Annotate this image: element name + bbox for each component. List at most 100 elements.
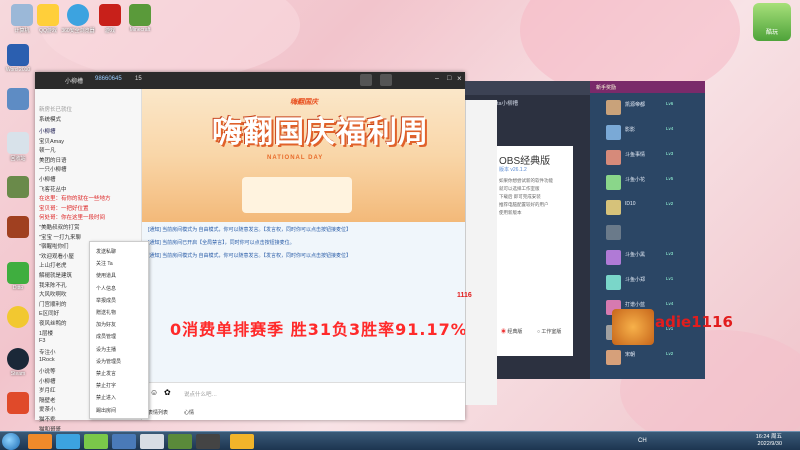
desktop-icon[interactable] [0, 392, 38, 415]
member-list-item[interactable]: 宝贝哥：一把好位置 [39, 204, 139, 212]
context-menu-item[interactable]: 踢出房间 [96, 407, 116, 414]
desktop-icon-recycle[interactable]: 回收站 [0, 132, 38, 162]
obs-version: 版本 v26.1.2 [499, 167, 527, 173]
stream-overlay-stats: 0消费单排赛季 胜31负3胜率91.17% [170, 320, 468, 339]
member-list-item[interactable]: 在这里：有你的就在一些地方 [39, 194, 139, 202]
context-menu-item[interactable]: 使用道具 [96, 272, 116, 279]
game-seat[interactable]: 斗鱼小郑 Lv1 [606, 274, 702, 294]
desktop-icon-word[interactable]: Word 2010 [0, 44, 38, 73]
seat-name: ID10 [625, 201, 636, 207]
gift-icon[interactable]: ✿ [164, 388, 171, 397]
taskbar-app-icon[interactable] [56, 434, 80, 449]
desktop-icon-steam[interactable]: Steam [0, 348, 38, 377]
seat-level: Lv4 [666, 126, 674, 131]
taskbar-app-icon[interactable] [196, 434, 220, 449]
context-menu-item[interactable]: 加为好友 [96, 321, 116, 328]
context-menu-item[interactable]: 发送私聊 [96, 248, 116, 255]
obs-body-line: 使用新版本 [499, 210, 522, 215]
minecraft-icon [129, 4, 151, 26]
game-seat[interactable]: 斗鱼小花 Lv5 [606, 174, 702, 194]
game-seat[interactable]: ID10 Lv2 [606, 199, 702, 219]
chat-input[interactable]: 说点什么吧… [184, 390, 217, 398]
chat-input-bar: ☺ ✿ 说点什么吧… 表情列表 心情 [142, 382, 465, 420]
context-menu-item[interactable]: 个人信息 [96, 285, 116, 292]
radio-classic[interactable]: ◉ 经典版 [501, 328, 522, 335]
context-menu-item[interactable]: 禁止发言 [96, 370, 116, 377]
banner-subtitle: NATIONAL DAY [267, 155, 324, 161]
taskbar-app-icon[interactable] [112, 434, 136, 449]
context-menu-item[interactable]: 成员管理 [96, 333, 116, 340]
member-list-item[interactable]: 飞客花丛中 [39, 185, 139, 193]
member-list-item[interactable]: 何处哥：你在这里一段时间 [39, 213, 139, 221]
gamepad-icon[interactable] [380, 74, 392, 86]
desktop-icon-minecraft[interactable]: Minecraft [120, 4, 160, 33]
recycle-bin-icon [7, 132, 29, 154]
minimize-icon[interactable]: – [435, 75, 439, 82]
avatar [606, 175, 621, 190]
room-title: 小柳槽 [65, 79, 84, 85]
context-menu-item[interactable]: 设为管理员 [96, 358, 121, 365]
taskbar-app-icon[interactable] [230, 434, 254, 449]
obs-body-line: 推荐电脑配置较好的用户 [499, 202, 549, 207]
taskbar-app-icon[interactable] [28, 434, 52, 449]
avatar [606, 100, 621, 115]
app-icon [7, 88, 29, 110]
game-seat[interactable] [606, 224, 702, 244]
emoji-list-button[interactable]: 表情列表 [148, 409, 168, 416]
mood-button[interactable]: 心情 [184, 409, 194, 416]
desktop-icon[interactable] [0, 88, 38, 111]
ditto-icon [7, 262, 29, 284]
seat-level: Lv1 [666, 276, 674, 281]
seat-name: 凯源帝都 [625, 102, 646, 108]
taskbar-app-icon[interactable] [84, 434, 108, 449]
desktop-icon[interactable] [0, 306, 38, 329]
member-list-item[interactable]: 一只小柳槽 [39, 165, 139, 173]
desktop-icon-ditto[interactable]: Ditto [0, 262, 38, 291]
game-seat[interactable]: 斗鱼小黑 Lv3 [606, 249, 702, 269]
banner-title: 嗨翻国庆福利周 [212, 115, 429, 150]
desktop-icon[interactable] [0, 216, 38, 239]
context-menu-item[interactable]: 禁止进入 [96, 394, 116, 401]
seat-level: Lv2 [666, 201, 674, 206]
member-list-item[interactable]: 顿一凡 [39, 146, 139, 154]
member-list-item[interactable]: "美酷叔叔的打赏 [39, 223, 139, 231]
game-seat[interactable]: 影影 Lv4 [606, 124, 702, 144]
context-menu-item[interactable]: 设为主播 [96, 346, 116, 353]
seat-level: Lv4 [666, 301, 674, 306]
home-icon[interactable] [360, 74, 372, 86]
input-language[interactable]: CH [638, 438, 647, 444]
radio-studio[interactable]: ○ 工作室版 [537, 328, 561, 335]
seat-name: 斗鱼小花 [625, 177, 646, 183]
member-list-item[interactable]: 宝贝Amay [39, 137, 139, 145]
emoji-icon[interactable]: ☺ [150, 388, 158, 397]
start-button[interactable] [2, 433, 20, 450]
overlay-number: 1116 [457, 292, 472, 299]
avatar [606, 350, 621, 365]
game-seat[interactable]: 宋朝 Lv2 [606, 349, 702, 369]
member-list-item[interactable]: 小柳槽 [39, 127, 139, 135]
close-icon[interactable]: × [457, 74, 462, 83]
game-seat[interactable]: 斗鱼事情 Lv3 [606, 149, 702, 169]
taskbar-app-icon[interactable] [140, 434, 164, 449]
context-menu-item[interactable]: 关注 Ta [96, 260, 113, 267]
member-list-item[interactable]: "宝宝 一打九来聊 [39, 233, 139, 241]
system-clock[interactable]: 16:24 周五 2022/9/30 [756, 434, 782, 448]
context-menu-item[interactable]: 禁止打字 [96, 382, 116, 389]
avatar-image [612, 309, 654, 345]
game-seat[interactable]: 凯源帝都 Lv6 [606, 99, 702, 119]
desktop-icon-kuwan[interactable]: 酷玩 [753, 3, 791, 41]
member-list-item[interactable]: 美团的日语 [39, 156, 139, 164]
desktop-icon[interactable] [0, 176, 38, 199]
seat-level: Lv3 [666, 151, 674, 156]
promo-banner[interactable]: 嗨翻国庆 嗨翻国庆福利周 NATIONAL DAY [142, 89, 465, 222]
seat-name: 影影 [625, 127, 636, 133]
context-menu-item[interactable]: 赠送礼物 [96, 309, 116, 316]
obs-heading: OBS经典版 [499, 156, 551, 167]
member-list-item[interactable]: 小柳槽 [39, 175, 139, 183]
game-title: 新手奖励 [596, 85, 617, 91]
taskbar-app-icon[interactable] [168, 434, 192, 449]
context-menu-item[interactable]: 举报成员 [96, 297, 116, 304]
avatar [606, 225, 621, 240]
maximize-icon[interactable]: □ [447, 75, 451, 82]
member-context-menu: 发送私聊关注 Ta 使用道具个人信息举报成员赠送礼物加为好友成员管理设为主播设为管… [89, 241, 149, 419]
